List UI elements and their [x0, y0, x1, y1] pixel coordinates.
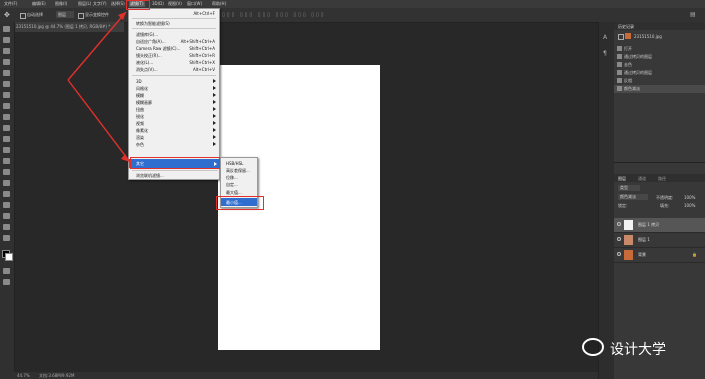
annotation-arrows [67, 11, 131, 163]
arrowhead-icon [121, 154, 130, 162]
arrow-line-to-filter-menu [67, 11, 127, 81]
arrow-line-to-other-item [67, 79, 131, 163]
arrowhead-icon [118, 12, 126, 20]
wechat-logo-icon [582, 338, 604, 356]
watermark-text: 设计大学 [610, 342, 666, 358]
watermark: 设计大学 [582, 336, 692, 358]
